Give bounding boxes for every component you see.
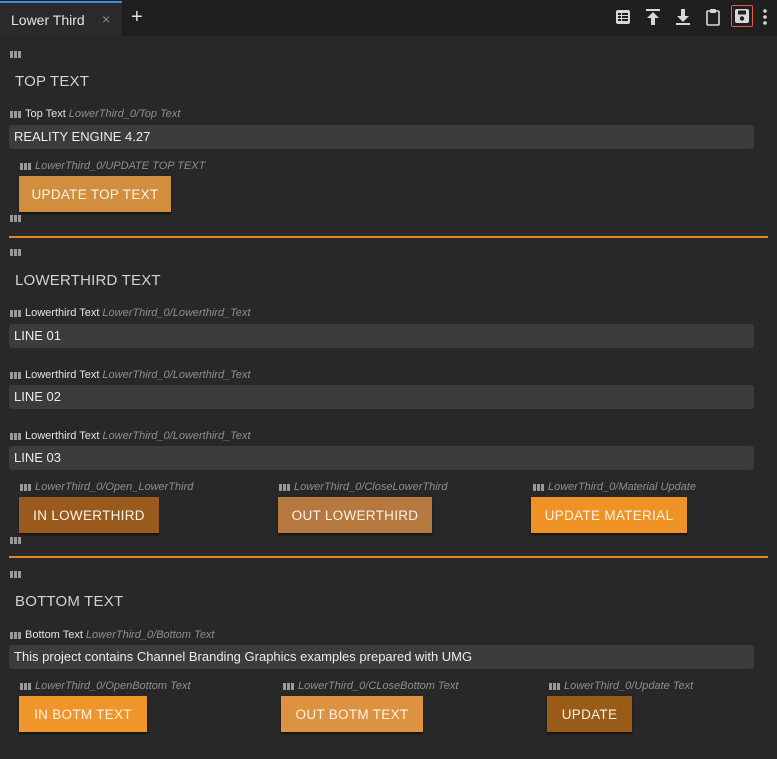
drag-handle-icon[interactable] (283, 683, 294, 690)
field-label-text: Lowerthird Text (25, 307, 100, 319)
field-label-text: Bottom Text (25, 629, 83, 641)
section-title-bottom-text: BOTTOM TEXT (15, 593, 124, 610)
button-path-label: LowerThird_0/UPDATE TOP TEXT (20, 160, 205, 172)
drag-handle-icon[interactable] (10, 51, 21, 58)
drag-handle-icon[interactable] (279, 484, 290, 491)
tab-title: Lower Third (11, 12, 85, 28)
button-path-label: LowerThird_0/Update Text (549, 680, 693, 692)
button-path-text: LowerThird_0/OpenBottom Text (35, 680, 191, 692)
button-path-label: LowerThird_0/CloseLowerThird (279, 481, 447, 493)
button-path-text: LowerThird_0/CloseLowerThird (294, 481, 448, 493)
field-label-bottom-text: Bottom Text LowerThird_0/Bottom Text (10, 629, 215, 641)
list-view-icon[interactable] (614, 8, 632, 26)
drag-handle-icon[interactable] (10, 433, 21, 440)
field-label-top-text: Top Text LowerThird_0/Top Text (10, 108, 180, 120)
drag-handle-icon[interactable] (10, 571, 21, 578)
button-path-label: LowerThird_0/CLoseBottom Text (283, 680, 458, 692)
drag-handle-icon[interactable] (10, 537, 21, 544)
button-path-label: LowerThird_0/OpenBottom Text (20, 680, 191, 692)
lowerthird-line-1-input[interactable]: LINE 01 (9, 324, 754, 348)
drag-handle-icon[interactable] (549, 683, 560, 690)
update-top-text-button[interactable]: UPDATE TOP TEXT (19, 176, 171, 212)
download-icon[interactable] (674, 8, 692, 26)
field-path: LowerThird_0/Lowerthird_Text (102, 430, 251, 442)
upload-icon[interactable] (644, 8, 662, 26)
update-material-button[interactable]: UPDATE MATERIAL (531, 497, 687, 533)
field-path: LowerThird_0/Top Text (68, 108, 181, 120)
more-vertical-icon[interactable] (758, 8, 772, 26)
drag-handle-icon[interactable] (20, 163, 31, 170)
lowerthird-line-2-input[interactable]: LINE 02 (9, 385, 754, 409)
top-text-input[interactable]: REALITY ENGINE 4.27 (9, 125, 754, 149)
save-icon[interactable] (731, 5, 753, 27)
drag-handle-icon[interactable] (10, 215, 21, 222)
field-label-text: Lowerthird Text (25, 369, 100, 381)
drag-handle-icon[interactable] (533, 484, 544, 491)
button-path-label: LowerThird_0/Open_LowerThird (20, 481, 193, 493)
field-label-lowerthird-3: Lowerthird Text LowerThird_0/Lowerthird_T… (10, 430, 251, 442)
bottom-text-input[interactable]: This project contains Channel Branding G… (9, 645, 754, 669)
drag-handle-icon[interactable] (10, 372, 21, 379)
button-path-text: LowerThird_0/Open_LowerThird (35, 481, 194, 493)
drag-handle-icon[interactable] (10, 310, 21, 317)
field-label-lowerthird-1: Lowerthird Text LowerThird_0/Lowerthird_T… (10, 307, 251, 319)
field-path: LowerThird_0/Bottom Text (85, 629, 215, 641)
button-path-label: LowerThird_0/Material Update (533, 481, 696, 493)
out-lowerthird-button[interactable]: OUT LOWERTHIRD (278, 497, 432, 533)
in-botm-text-button[interactable]: IN BOTM TEXT (19, 696, 147, 732)
drag-handle-icon[interactable] (20, 484, 31, 491)
clipboard-icon[interactable] (704, 8, 722, 26)
field-label-text: Lowerthird Text (25, 430, 100, 442)
button-path-text: LowerThird_0/CLoseBottom Text (298, 680, 459, 692)
field-path: LowerThird_0/Lowerthird_Text (102, 369, 251, 381)
field-label-lowerthird-2: Lowerthird Text LowerThird_0/Lowerthird_T… (10, 369, 251, 381)
section-title-top-text: TOP TEXT (15, 73, 90, 90)
button-path-text: LowerThird_0/Update Text (564, 680, 694, 692)
add-tab-button[interactable]: + (131, 5, 143, 29)
button-path-text: LowerThird_0/Material Update (548, 481, 696, 493)
tab-bar: Lower Third × + (0, 0, 777, 36)
drag-handle-icon[interactable] (10, 111, 21, 118)
section-divider (9, 556, 768, 558)
button-path-text: LowerThird_0/UPDATE TOP TEXT (35, 160, 206, 172)
lowerthird-line-3-input[interactable]: LINE 03 (9, 446, 754, 470)
field-label-text: Top Text (25, 108, 66, 120)
section-title-lowerthird-text: LOWERTHIRD TEXT (15, 272, 161, 289)
drag-handle-icon[interactable] (10, 249, 21, 256)
field-path: LowerThird_0/Lowerthird_Text (102, 307, 251, 319)
out-botm-text-button[interactable]: OUT BOTM TEXT (281, 696, 423, 732)
drag-handle-icon[interactable] (20, 683, 31, 690)
drag-handle-icon[interactable] (10, 632, 21, 639)
update-button[interactable]: UPDATE (547, 696, 632, 732)
close-icon[interactable]: × (102, 11, 110, 27)
tab-lower-third[interactable]: Lower Third × (0, 1, 122, 36)
section-divider (9, 236, 768, 238)
in-lowerthird-button[interactable]: IN LOWERTHIRD (19, 497, 159, 533)
